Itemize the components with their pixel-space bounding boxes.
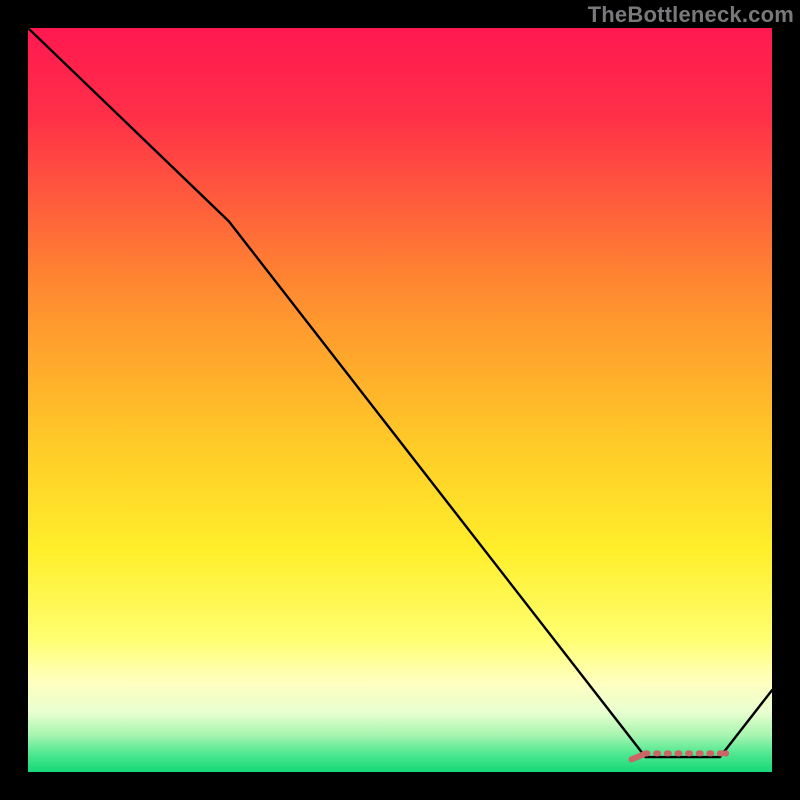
marker-end — [723, 750, 729, 756]
chart-frame: TheBottleneck.com — [0, 0, 800, 800]
plot-area — [28, 28, 772, 772]
marker-dot — [674, 750, 682, 756]
marker-dot — [706, 750, 714, 756]
marker-dot — [664, 750, 672, 756]
marker-dot — [696, 750, 704, 756]
marker-dot — [685, 750, 693, 756]
attribution-text: TheBottleneck.com — [588, 2, 794, 28]
chart-svg — [28, 28, 772, 772]
marker-dot — [643, 750, 651, 756]
gradient-background — [28, 28, 772, 772]
marker-dot — [653, 750, 661, 756]
